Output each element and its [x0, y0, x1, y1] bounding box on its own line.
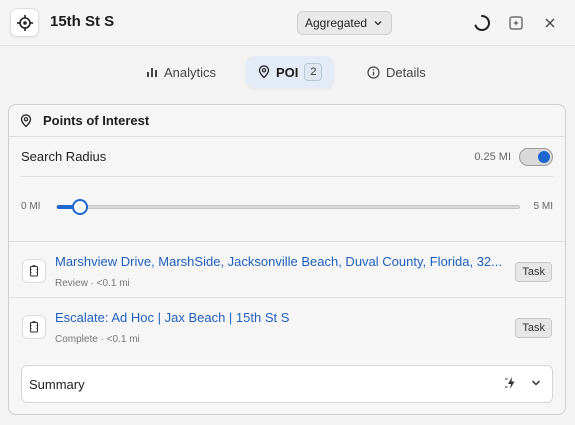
search-radius-label: Search Radius — [21, 149, 107, 164]
chevron-down-icon — [374, 21, 382, 26]
map-pin-icon — [20, 113, 32, 127]
poi-window: 15th St S Aggregated Analytics POI 2 Det… — [0, 0, 575, 425]
panel-title: Points of Interest — [43, 113, 150, 128]
crosshair-icon[interactable] — [10, 8, 39, 37]
chevron-down-icon[interactable] — [530, 377, 542, 389]
tab-details[interactable]: Details — [355, 56, 438, 88]
panel-header: Points of Interest — [9, 105, 565, 137]
mode-select-value: Aggregated — [305, 16, 368, 30]
window-header: 15th St S Aggregated — [0, 0, 575, 46]
tab-poi[interactable]: POI 2 — [246, 56, 335, 88]
toggle-knob — [538, 150, 550, 163]
search-radius-value: 0.25 MI — [474, 150, 511, 163]
task-clipboard-icon — [22, 259, 46, 283]
poi-title-link[interactable]: Marshview Drive, MarshSide, Jacksonville… — [55, 254, 510, 269]
search-radius-row: Search Radius 0.25 MI — [21, 137, 553, 177]
radius-slider[interactable] — [56, 199, 520, 215]
search-radius-toggle[interactable] — [519, 147, 553, 166]
slider-max-label: 5 MI — [533, 201, 553, 212]
close-icon[interactable] — [539, 12, 561, 34]
tab-analytics[interactable]: Analytics — [134, 56, 228, 88]
tab-bar: Analytics POI 2 Details — [0, 56, 575, 88]
tab-analytics-label: Analytics — [164, 64, 217, 80]
list-item[interactable]: Escalate: Ad Hoc | Jax Beach | 15th St S… — [9, 298, 565, 354]
page-title: 15th St S — [50, 13, 115, 30]
task-clipboard-icon — [22, 315, 46, 339]
poi-title-link[interactable]: Escalate: Ad Hoc | Jax Beach | 15th St S — [55, 310, 510, 325]
sparkle-square-icon[interactable] — [505, 12, 527, 34]
map-pin-icon — [258, 65, 270, 79]
poi-status: Review · <0.1 mi — [55, 278, 130, 289]
info-icon — [367, 65, 380, 79]
poi-panel: Points of Interest Search Radius 0.25 MI… — [8, 104, 566, 415]
task-button[interactable]: Task — [515, 262, 552, 282]
slider-min-label: 0 MI — [21, 201, 41, 212]
list-item[interactable]: Marshview Drive, MarshSide, Jacksonville… — [9, 242, 565, 298]
tab-details-label: Details — [386, 64, 426, 80]
bar-chart-icon — [147, 68, 157, 77]
mode-select[interactable]: Aggregated — [297, 11, 393, 35]
summary-accordion[interactable]: Summary — [21, 365, 553, 403]
task-button[interactable]: Task — [515, 318, 552, 338]
poi-list: Marshview Drive, MarshSide, Jacksonville… — [9, 241, 565, 354]
radius-slider-row: 0 MI 5 MI — [21, 187, 553, 227]
tab-poi-label: POI — [276, 64, 299, 80]
summary-label: Summary — [29, 376, 85, 392]
poi-status: Complete · <0.1 mi — [55, 334, 140, 345]
slider-thumb[interactable] — [72, 199, 89, 215]
lightning-sparkle-icon[interactable] — [504, 376, 518, 390]
poi-count-badge: 2 — [304, 63, 323, 81]
spinner-icon — [471, 12, 493, 34]
